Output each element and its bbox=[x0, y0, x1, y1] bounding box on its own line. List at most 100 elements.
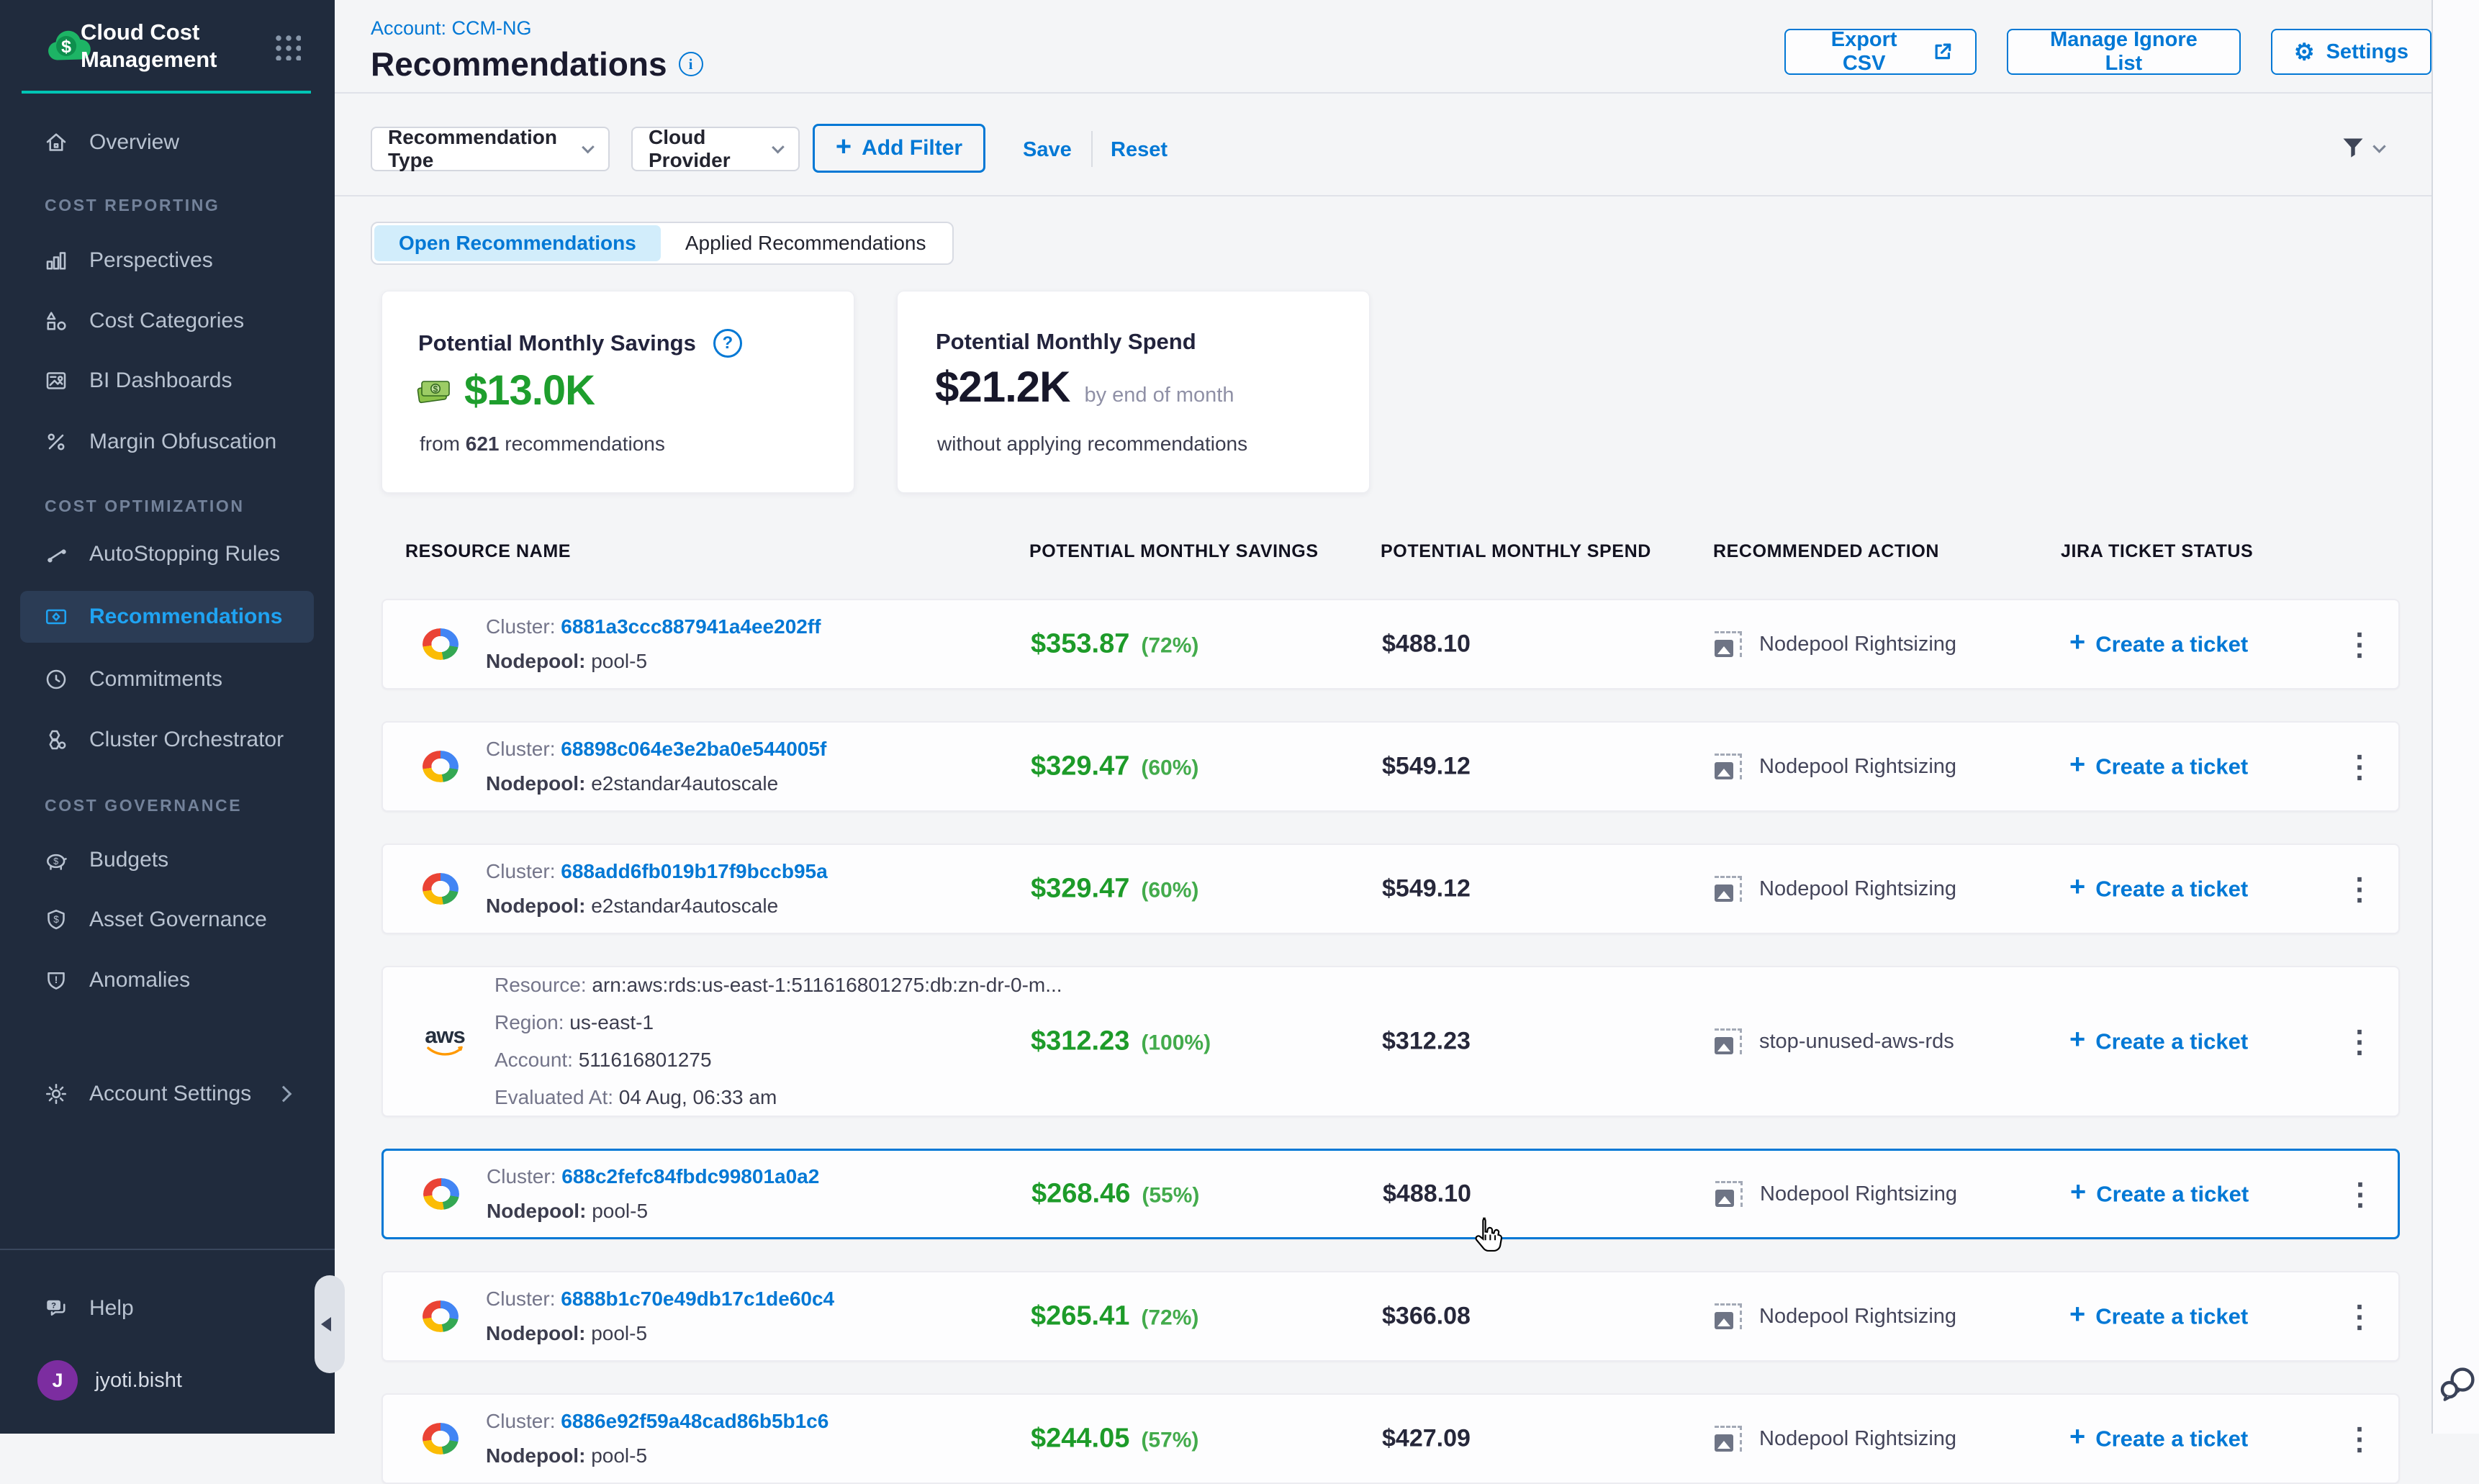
row-menu-icon[interactable]: ⋮ bbox=[2343, 1177, 2378, 1212]
create-ticket-button[interactable]: +Create a ticket bbox=[2069, 875, 2248, 903]
chat-support-icon[interactable] bbox=[2437, 1365, 2478, 1405]
resource-link[interactable]: 68898c064e3e2ba0e544005f bbox=[561, 738, 826, 760]
settings-label: Settings bbox=[2326, 40, 2408, 64]
row-menu-icon[interactable]: ⋮ bbox=[2342, 872, 2377, 907]
cluster-hexagons-icon bbox=[43, 727, 69, 753]
savings-value: $329.47 bbox=[1031, 751, 1129, 782]
export-csv-button[interactable]: Export CSV bbox=[1784, 29, 1977, 75]
plus-icon: + bbox=[2070, 1177, 2086, 1208]
create-ticket-button[interactable]: +Create a ticket bbox=[2069, 1028, 2248, 1056]
sidebar-item-margin-obfuscation[interactable]: Margin Obfuscation bbox=[20, 416, 314, 468]
app-switcher-grid-icon[interactable] bbox=[272, 32, 301, 60]
table-row[interactable]: Cluster: 6886e92f59a48cad86b5b1c6Nodepoo… bbox=[381, 1393, 2400, 1484]
action-label: stop-unused-aws-rds bbox=[1759, 1030, 1954, 1054]
savings-value-row: $ $13.0K bbox=[417, 366, 595, 415]
sidebar-collapse-handle[interactable] bbox=[315, 1275, 345, 1373]
piggy-bank-icon: $ bbox=[43, 847, 69, 873]
cloud-provider-select[interactable]: Cloud Provider bbox=[631, 127, 800, 171]
resource-link[interactable]: 6888b1c70e49db17c1de60c4 bbox=[561, 1288, 834, 1310]
right-dock-strip bbox=[2431, 0, 2479, 1434]
rightsizing-action-icon bbox=[1715, 1028, 1742, 1054]
savings-cell: $265.41(72%) bbox=[1031, 1301, 1198, 1332]
sidebar-item-autostopping-rules[interactable]: AutoStopping Rules bbox=[20, 528, 314, 580]
tab-applied-recommendations[interactable]: Applied Recommendations bbox=[661, 225, 951, 261]
sidebar-item-recommendations[interactable]: Recommendations bbox=[20, 591, 314, 643]
savings-value: $268.46 bbox=[1031, 1179, 1130, 1210]
create-ticket-button[interactable]: +Create a ticket bbox=[2069, 1303, 2248, 1331]
manage-ignore-list-button[interactable]: Manage Ignore List bbox=[2007, 29, 2241, 75]
user-profile[interactable]: J jyoti.bisht bbox=[37, 1360, 182, 1401]
rightsizing-action-icon bbox=[1715, 1426, 1742, 1452]
row-line-value: pool-5 bbox=[592, 1200, 648, 1222]
dashboard-image-icon bbox=[43, 368, 69, 394]
create-ticket-label: Create a ticket bbox=[2095, 631, 2248, 657]
row-menu-icon[interactable]: ⋮ bbox=[2342, 627, 2377, 662]
add-filter-button[interactable]: + Add Filter bbox=[813, 124, 985, 173]
sidebar-item-bi-dashboards[interactable]: BI Dashboards bbox=[20, 355, 314, 407]
reset-filter-button[interactable]: Reset bbox=[1111, 138, 1168, 162]
savings-cell: $353.87(72%) bbox=[1031, 629, 1198, 660]
svg-text:!: ! bbox=[55, 974, 58, 986]
savings-percent: (55%) bbox=[1142, 1184, 1199, 1208]
sidebar-item-anomalies[interactable]: ! Anomalies bbox=[20, 954, 314, 1006]
sidebar-item-cluster-orchestrator[interactable]: Cluster Orchestrator bbox=[20, 714, 314, 766]
sidebar-item-account-settings[interactable]: Account Settings bbox=[20, 1068, 314, 1120]
sidebar-item-help[interactable]: ? Help bbox=[20, 1282, 314, 1334]
breadcrumb[interactable]: Account: CCM-NG bbox=[371, 17, 532, 40]
sidebar-item-label: Recommendations bbox=[89, 605, 282, 629]
settings-button[interactable]: ⚙ Settings bbox=[2271, 29, 2431, 75]
table-row[interactable]: Cluster: 688add6fb019b17f9bccb95aNodepoo… bbox=[381, 843, 2400, 934]
resource-link[interactable]: 6886e92f59a48cad86b5b1c6 bbox=[561, 1410, 828, 1432]
sidebar-item-label: Perspectives bbox=[89, 248, 213, 273]
table-row[interactable]: Cluster: 68898c064e3e2ba0e544005fNodepoo… bbox=[381, 721, 2400, 812]
resource-link[interactable]: 6881a3ccc887941a4ee202ff bbox=[561, 615, 821, 638]
action-label: Nodepool Rightsizing bbox=[1759, 1427, 1956, 1451]
table-row[interactable]: Cluster: 688c2fefc84fbdc99801a0a2Nodepoo… bbox=[381, 1149, 2400, 1239]
chevron-down-icon bbox=[2372, 140, 2385, 153]
create-ticket-label: Create a ticket bbox=[2095, 1303, 2248, 1329]
resource-link[interactable]: 688add6fb019b17f9bccb95a bbox=[561, 860, 827, 882]
external-link-icon bbox=[1932, 41, 1954, 63]
table-row[interactable]: Cluster: 6888b1c70e49db17c1de60c4Nodepoo… bbox=[381, 1271, 2400, 1362]
create-ticket-label: Create a ticket bbox=[2095, 1426, 2248, 1452]
recommended-action-cell: Nodepool Rightsizing bbox=[1715, 1303, 1956, 1329]
table-row[interactable]: Cluster: 6881a3ccc887941a4ee202ffNodepoo… bbox=[381, 599, 2400, 689]
create-ticket-button[interactable]: +Create a ticket bbox=[2069, 1425, 2248, 1453]
row-menu-icon[interactable]: ⋮ bbox=[2342, 1024, 2377, 1059]
sidebar-item-asset-governance[interactable]: $ Asset Governance bbox=[20, 894, 314, 946]
create-ticket-button[interactable]: +Create a ticket bbox=[2069, 753, 2248, 781]
row-line-value: e2standar4autoscale bbox=[591, 895, 778, 917]
create-ticket-button[interactable]: +Create a ticket bbox=[2070, 1180, 2249, 1208]
savings-cell: $329.47(60%) bbox=[1031, 874, 1198, 905]
sidebar-item-budgets[interactable]: $ Budgets bbox=[20, 834, 314, 886]
sidebar-item-overview[interactable]: Overview bbox=[20, 117, 314, 168]
column-header-resource-name: RESOURCE NAME bbox=[405, 541, 571, 562]
recommendation-type-select[interactable]: Recommendation Type bbox=[371, 127, 610, 171]
resource-name-cell: Cluster: 6888b1c70e49db17c1de60c4Nodepoo… bbox=[423, 1282, 834, 1351]
row-menu-icon[interactable]: ⋮ bbox=[2342, 1421, 2377, 1457]
page-title: Recommendations i bbox=[371, 45, 703, 83]
avatar: J bbox=[37, 1360, 78, 1401]
spend-when: by end of month bbox=[1084, 384, 1234, 407]
create-ticket-button[interactable]: +Create a ticket bbox=[2069, 630, 2248, 659]
sidebar-item-cost-categories[interactable]: Cost Categories bbox=[20, 295, 314, 347]
column-header-jira-ticket-status: JIRA TICKET STATUS bbox=[2061, 541, 2253, 562]
row-menu-icon[interactable]: ⋮ bbox=[2342, 1299, 2377, 1334]
sidebar-item-perspectives[interactable]: Perspectives bbox=[20, 235, 314, 286]
save-filter-button[interactable]: Save bbox=[1023, 138, 1072, 162]
spend-cell: $312.23 bbox=[1382, 1028, 1471, 1056]
row-menu-icon[interactable]: ⋮ bbox=[2342, 749, 2377, 784]
rightsizing-action-icon bbox=[1715, 631, 1742, 657]
row-line-value: 511616801275 bbox=[579, 1049, 712, 1071]
spend-cell: $427.09 bbox=[1382, 1425, 1471, 1453]
table-row[interactable]: awsResource: arn:aws:rds:us-east-1:51161… bbox=[381, 966, 2400, 1117]
money-icon: $ bbox=[417, 376, 451, 405]
info-icon[interactable]: i bbox=[679, 52, 703, 76]
filter-panel-toggle[interactable] bbox=[2340, 135, 2384, 161]
question-icon[interactable]: ? bbox=[713, 329, 742, 358]
sidebar-item-label: Asset Governance bbox=[89, 908, 267, 932]
tab-open-recommendations[interactable]: Open Recommendations bbox=[374, 225, 661, 261]
clock-icon bbox=[43, 666, 69, 692]
sidebar-item-commitments[interactable]: Commitments bbox=[20, 653, 314, 705]
resource-link[interactable]: 688c2fefc84fbdc99801a0a2 bbox=[561, 1165, 819, 1187]
